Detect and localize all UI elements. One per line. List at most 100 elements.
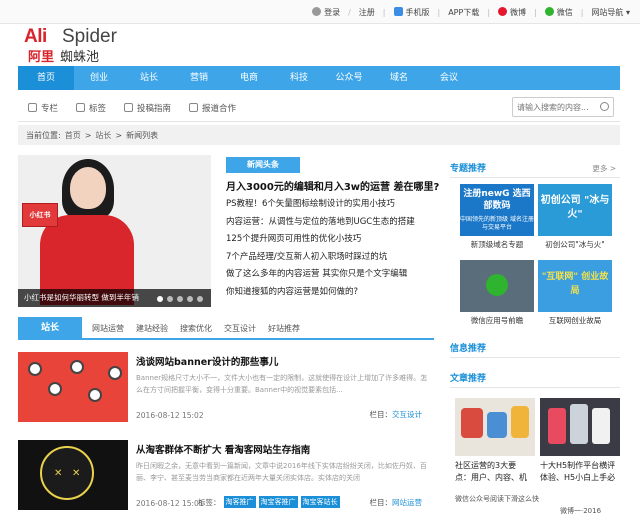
slider-dot[interactable] bbox=[177, 296, 183, 302]
top-bar: 登录 / 注册 | 手机版 | APP下载 | 微博 | 微信 | 网站导航 ▾ bbox=[0, 0, 640, 24]
slider-dot[interactable] bbox=[197, 296, 203, 302]
wechat-link[interactable]: 微信 bbox=[544, 6, 573, 18]
tag-chip[interactable]: 淘客推广 bbox=[223, 496, 256, 508]
figure-shape bbox=[487, 412, 507, 438]
tab-seo[interactable]: 搜索优化 bbox=[180, 323, 212, 334]
register-link[interactable]: 注册 bbox=[359, 7, 375, 18]
headline-item[interactable]: 7个产品经理/交互新人初入职场时踩过的坑 bbox=[226, 249, 436, 267]
nav-item-home[interactable]: 首页 bbox=[18, 66, 74, 90]
nav-item-domain[interactable]: 域名 bbox=[374, 66, 424, 90]
column-label: 栏目： bbox=[369, 410, 393, 419]
subnav-tags[interactable]: 标签 bbox=[76, 102, 106, 114]
category-tabs: 站长 网站运营 建站经验 搜索优化 交互设计 好站推荐 bbox=[18, 317, 434, 340]
nav-item-startup[interactable]: 创业 bbox=[74, 66, 124, 90]
nav-item-conference[interactable]: 会议 bbox=[424, 66, 474, 90]
article-column: 栏目：网站运营 bbox=[370, 497, 423, 508]
login-link[interactable]: 登录 bbox=[312, 6, 340, 18]
tab-webmaster[interactable]: 站长 bbox=[18, 317, 82, 339]
nav-item-webmaster[interactable]: 站长 bbox=[124, 66, 174, 90]
subnav-column-label: 专栏 bbox=[41, 103, 59, 114]
tab-site-building[interactable]: 建站经验 bbox=[136, 323, 168, 334]
separator: | bbox=[382, 7, 386, 17]
info-recommend-header: 信息推荐 bbox=[450, 340, 620, 358]
breadcrumb-webmaster[interactable]: 站长 bbox=[95, 130, 111, 141]
main-nav: 首页 创业 站长 营销 电商 科技 公众号 域名 会议 bbox=[18, 66, 620, 90]
topic-tile-new-gtld[interactable]: 注册newG 选西部数码 中国领先的新顶级 域名注册与交易平台 bbox=[460, 184, 534, 236]
article-title[interactable]: 浅谈网站banner设计的那些事儿 bbox=[136, 354, 278, 368]
topic-tile-startup[interactable]: 初创公司 "冰与火" bbox=[538, 184, 612, 236]
article-item: ✕ ✕ 从淘客群体不断扩大 看淘客网站生存指南 昨日闲暇之余，无意中看到一篇新闻… bbox=[18, 440, 434, 512]
recommend-footer-link[interactable]: 微博一·2016 bbox=[560, 506, 601, 516]
slider-dot[interactable] bbox=[167, 296, 173, 302]
subnav-submission-guide[interactable]: 投稿指南 bbox=[124, 102, 171, 114]
logo-ali: Ali bbox=[24, 26, 47, 47]
subnav-guide-label: 投稿指南 bbox=[137, 103, 172, 114]
logo-cn-ali: 阿里 bbox=[28, 50, 55, 65]
tab-interaction-design[interactable]: 交互设计 bbox=[224, 323, 256, 334]
topic-tile-internet-startup[interactable]: "互联网" 创业故局 bbox=[538, 260, 612, 312]
recommend-title[interactable]: 十大H5制作平台横评 体验、H5小白上手必 bbox=[540, 460, 615, 484]
mobile-link[interactable]: 手机版 bbox=[393, 6, 430, 18]
article-date: 2016-08-12 15:01 bbox=[136, 499, 204, 508]
breadcrumb-home[interactable]: 首页 bbox=[65, 130, 81, 141]
recommend-line: 点：用户、内容、机 bbox=[455, 473, 527, 482]
headline-item[interactable]: 做了这么多年的内容运营 其实你只是个文字编辑 bbox=[226, 266, 436, 284]
weibo-label: 微博 bbox=[510, 7, 527, 17]
search-input[interactable] bbox=[513, 98, 593, 116]
tag-chip[interactable]: 淘宝客推广 bbox=[258, 496, 298, 508]
headline-item[interactable]: 125个提升网页可用性的优化小技巧 bbox=[226, 231, 436, 249]
topic-tile-label[interactable]: 微信应用号前瞻 bbox=[460, 315, 534, 326]
headline-item[interactable]: 你知道搜狐的内容运营是如何做的? bbox=[226, 284, 436, 302]
wechat-label: 微信 bbox=[556, 7, 573, 17]
recommend-footer-link[interactable]: 微信公众号阅读下滑这么快 bbox=[455, 494, 539, 504]
subnav-cooperation[interactable]: 报道合作 bbox=[189, 102, 236, 114]
article-title[interactable]: 从淘客群体不断扩大 看淘客网站生存指南 bbox=[136, 442, 310, 456]
column-link[interactable]: 网站运营 bbox=[392, 498, 422, 507]
report-icon bbox=[189, 103, 199, 112]
recommend-title[interactable]: 社区运营的3大要点：用户、内容、机 bbox=[455, 460, 527, 484]
topic-tile-label[interactable]: 互联网创业故局 bbox=[538, 315, 612, 326]
nav-item-ecommerce[interactable]: 电商 bbox=[224, 66, 274, 90]
phone-shape bbox=[548, 408, 566, 444]
tag-icon bbox=[76, 103, 86, 112]
slider-dot[interactable] bbox=[157, 296, 163, 302]
topic-tile-label[interactable]: 新顶级域名专题 bbox=[460, 239, 534, 250]
tags-label: 标签： bbox=[198, 497, 221, 507]
figure-shape bbox=[461, 408, 483, 438]
recommend-line: 社区运营的3大要 bbox=[455, 461, 517, 470]
document-icon bbox=[124, 103, 134, 112]
nav-item-marketing[interactable]: 营销 bbox=[174, 66, 224, 90]
hero-image-face bbox=[70, 167, 106, 209]
nav-item-tech[interactable]: 科技 bbox=[274, 66, 324, 90]
app-download-link[interactable]: APP下载 bbox=[448, 7, 479, 18]
article-thumbnail[interactable]: ✕ ✕ bbox=[18, 440, 128, 510]
sub-nav: 专栏 标签 投稿指南 报道合作 bbox=[18, 94, 620, 122]
topic-tile-label[interactable]: 初创公司"冰与火" bbox=[538, 239, 612, 250]
tab-good-sites[interactable]: 好站推荐 bbox=[268, 323, 300, 334]
article-thumbnail[interactable] bbox=[18, 352, 128, 422]
nav-item-official-account[interactable]: 公众号 bbox=[324, 66, 374, 90]
breadcrumb-label: 当前位置: bbox=[26, 130, 61, 140]
tag-chip[interactable]: 淘宝客站长 bbox=[300, 496, 340, 508]
recommend-thumbnail[interactable] bbox=[540, 398, 620, 456]
recommend-thumbnail[interactable] bbox=[455, 398, 535, 456]
topic-tile-wechat-app[interactable] bbox=[460, 260, 534, 312]
tile-title: 注册newG 选西部数码 bbox=[463, 189, 531, 211]
separator: | bbox=[580, 7, 584, 17]
hero-slider[interactable]: 小红书 小红书是如何华丽转型 做到半年销 bbox=[18, 155, 211, 307]
tab-site-operation[interactable]: 网站运营 bbox=[92, 323, 124, 334]
site-nav-link[interactable]: 网站导航 ▾ bbox=[591, 7, 630, 18]
headline-item[interactable]: PS教程！6个矢量图标绘制设计的实用小技巧 bbox=[226, 196, 436, 214]
separator: | bbox=[534, 7, 537, 17]
slider-dot[interactable] bbox=[187, 296, 193, 302]
site-logo[interactable]: Ali Spider 阿里 蜘蛛池 bbox=[24, 26, 144, 65]
weibo-link[interactable]: 微博 bbox=[498, 6, 527, 18]
headline-item[interactable]: 内容运营：从调性与定位的落地到UGC生态的搭建 bbox=[226, 214, 436, 232]
column-link[interactable]: 交互设计 bbox=[392, 410, 422, 419]
search-icon[interactable] bbox=[600, 102, 609, 111]
subnav-column[interactable]: 专栏 bbox=[28, 102, 58, 114]
more-link[interactable]: 更多 > bbox=[592, 160, 616, 178]
site-nav-label: 网站导航 bbox=[591, 7, 624, 17]
headline-list: PS教程！6个矢量图标绘制设计的实用小技巧 内容运营：从调性与定位的落地到UGC… bbox=[226, 196, 436, 302]
top-headline[interactable]: 月入3000元的编辑和月入3w的运营 差在哪里? bbox=[226, 178, 439, 193]
